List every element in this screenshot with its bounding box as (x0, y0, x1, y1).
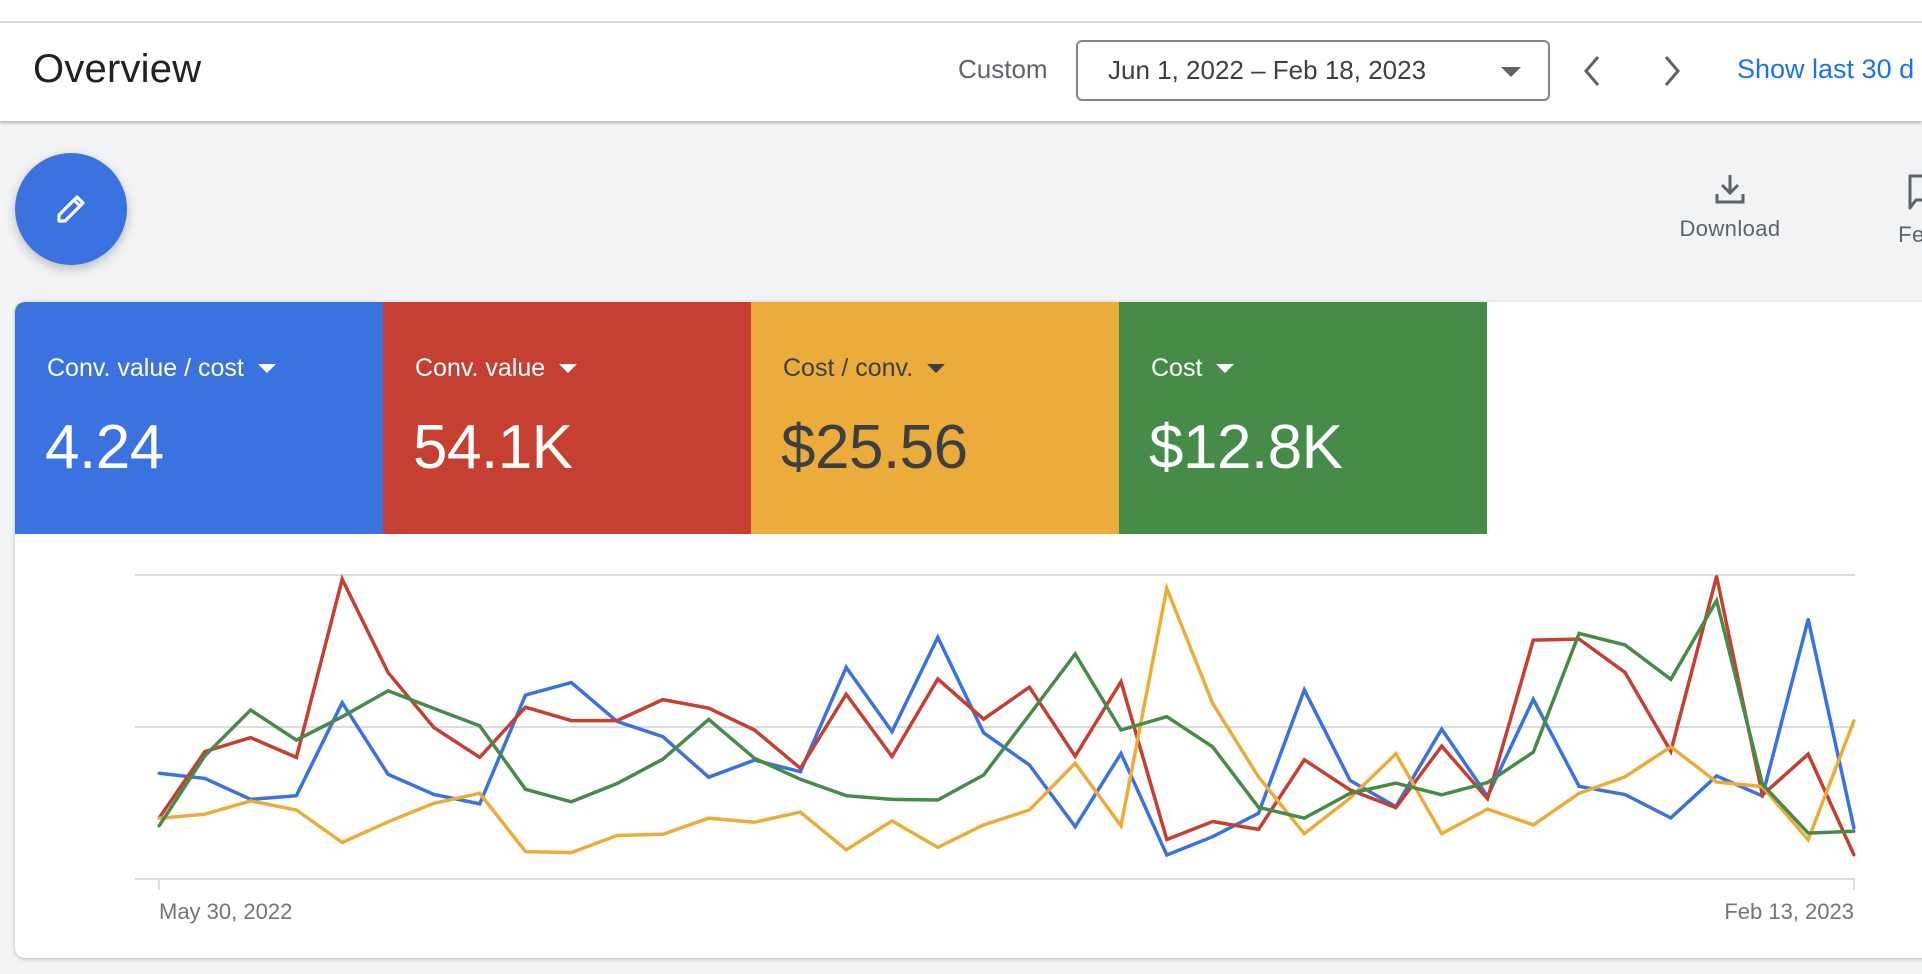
download-icon (1715, 175, 1745, 204)
metric-value: 4.24 (45, 413, 164, 482)
download-label: Download (1679, 216, 1781, 241)
page-header: Overview Custom Jun 1, 2022 – Feb 18, 20… (0, 23, 1922, 121)
next-period-button[interactable] (1648, 43, 1696, 99)
metric-value: $25.56 (781, 413, 968, 482)
download-button[interactable]: Download (1668, 172, 1792, 242)
previous-period-button[interactable] (1568, 43, 1616, 99)
dropdown-caret-icon (927, 364, 946, 373)
date-range-value: Jun 1, 2022 – Feb 18, 2023 (1108, 55, 1427, 85)
metric-tiles: Conv. value / cost 4.24 Conv. value 54.1… (15, 302, 1487, 534)
dropdown-caret-icon (1501, 67, 1521, 77)
metric-tile-cost[interactable]: Cost $12.8K (1119, 302, 1487, 534)
chevron-left-icon (1584, 56, 1600, 86)
metric-label: Cost (1151, 354, 1203, 382)
metric-selector[interactable]: Cost / conv. (783, 354, 946, 383)
metric-selector[interactable]: Conv. value / cost (47, 354, 276, 383)
metric-label: Conv. value / cost (47, 354, 244, 382)
feedback-label: Feed (1898, 222, 1922, 247)
show-last-30-days-link[interactable]: Show last 30 d (1737, 54, 1914, 85)
pencil-icon (57, 195, 85, 223)
metric-selector[interactable]: Cost (1151, 354, 1235, 383)
metric-value: 54.1K (413, 413, 573, 482)
performance-card: Conv. value / cost 4.24 Conv. value 54.1… (15, 302, 1922, 958)
dropdown-caret-icon (559, 364, 578, 373)
edit-fab-button[interactable] (15, 153, 127, 265)
metric-tile-conv-value-per-cost[interactable]: Conv. value / cost 4.24 (15, 302, 383, 534)
dropdown-caret-icon (1216, 364, 1235, 373)
metric-label: Cost / conv. (783, 354, 914, 382)
page-title: Overview (33, 47, 202, 91)
feedback-icon (1908, 174, 1922, 210)
metric-value: $12.8K (1149, 413, 1343, 482)
metric-tile-conv-value[interactable]: Conv. value 54.1K (383, 302, 751, 534)
metric-label: Conv. value (415, 354, 546, 382)
metric-selector[interactable]: Conv. value (415, 354, 578, 383)
feedback-button[interactable]: Feed (1862, 172, 1922, 248)
dropdown-caret-icon (257, 364, 276, 373)
date-range-picker[interactable]: Jun 1, 2022 – Feb 18, 2023 (1076, 40, 1550, 101)
date-range-type-label: Custom (958, 54, 1048, 84)
chevron-right-icon (1664, 56, 1680, 86)
top-strip (0, 0, 1922, 23)
metric-tile-cost-per-conv[interactable]: Cost / conv. $25.56 (751, 302, 1119, 534)
